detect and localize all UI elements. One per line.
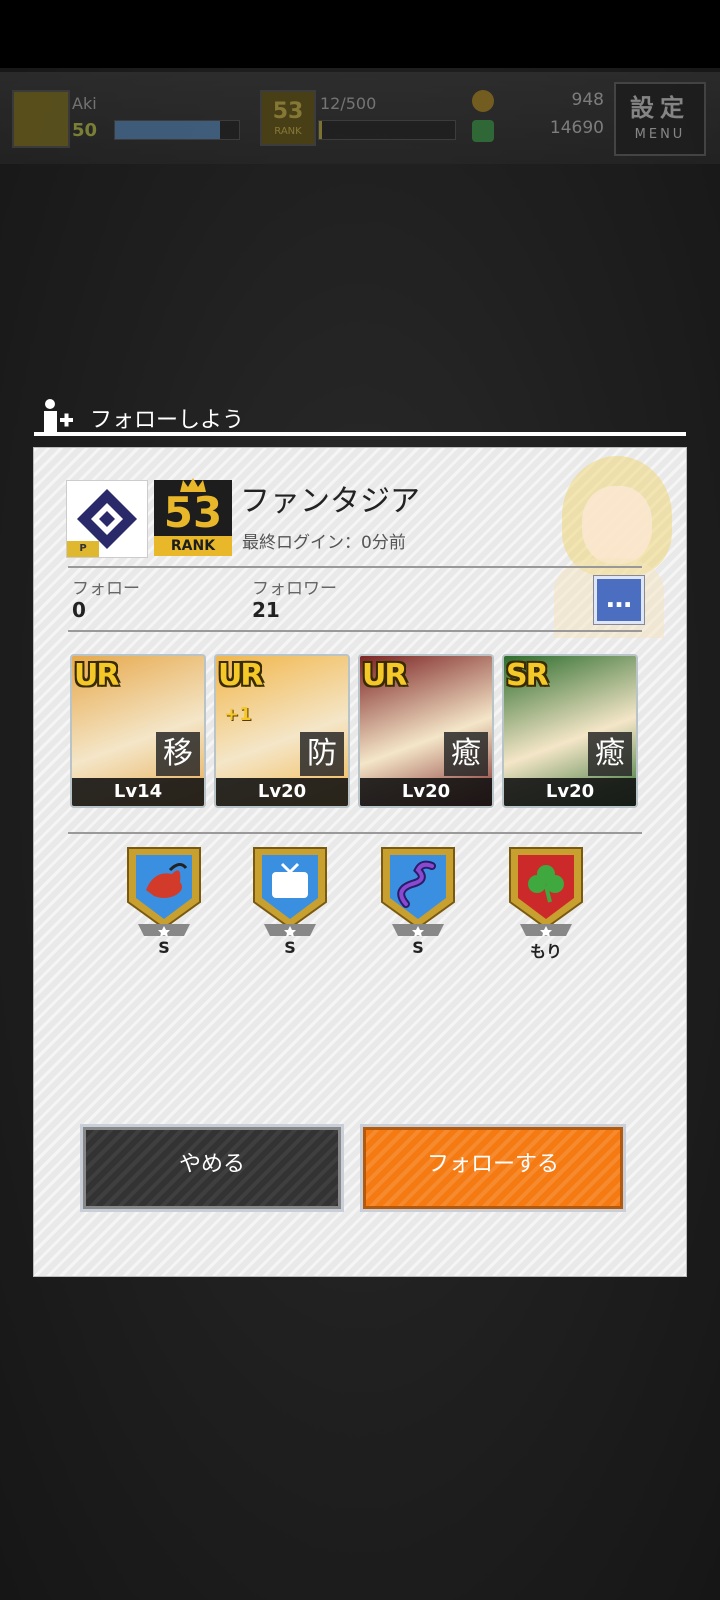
serpent-icon (381, 847, 455, 937)
follower-count: 21 (252, 598, 280, 622)
character-card[interactable]: UR 癒 Lv20 (358, 654, 494, 808)
badge-label: S (284, 938, 296, 957)
card-level: Lv20 (216, 778, 348, 806)
character-card[interactable]: UR 移 Lv14 (70, 654, 206, 808)
player-name: Aki (72, 94, 97, 113)
achievement-badge[interactable]: S (124, 840, 204, 960)
title-underline (34, 432, 686, 436)
gem-icon (472, 120, 494, 142)
card-role: 防 (300, 732, 344, 776)
character-card[interactable]: SR 癒 Lv20 (502, 654, 638, 808)
character-card[interactable]: UR +1 防 Lv20 (214, 654, 350, 808)
dragon-icon (127, 847, 201, 937)
menu-button-label: 設定 (630, 94, 690, 122)
follow-count: 0 (72, 598, 86, 622)
player-rank-label: RANK (154, 536, 232, 556)
coin-count: 948 (571, 90, 604, 110)
badge-label: もり (529, 942, 562, 961)
follow-button[interactable]: フォローする (360, 1124, 626, 1212)
follow-dialog: P 53 RANK ファンタジア 最終ログイン：0分前 フォロー 0 フォロワー… (34, 448, 686, 1276)
player-rank-number: 53 (163, 488, 223, 537)
card-rarity: UR (74, 658, 119, 693)
card-role: 癒 (588, 732, 632, 776)
divider (68, 832, 642, 834)
follower-label: フォロワー (252, 579, 337, 599)
card-level: Lv20 (504, 778, 636, 806)
card-role: 移 (156, 732, 200, 776)
add-person-icon (44, 399, 73, 433)
exp-bar-fill (319, 121, 322, 139)
achievement-badge[interactable]: S (250, 840, 330, 960)
achievement-badge[interactable]: もり (506, 840, 586, 961)
rank-badge: 53 (260, 90, 316, 146)
player-avatar[interactable] (12, 90, 70, 148)
gem-count: 14690 (549, 118, 604, 138)
badge-label: S (412, 938, 424, 957)
player-rank-badge: 53 RANK (154, 478, 232, 556)
card-plus: +1 (224, 704, 252, 725)
card-rarity: SR (506, 658, 549, 693)
card-rarity: UR (362, 658, 407, 693)
profile-icon[interactable]: P (66, 480, 148, 558)
menu-button[interactable]: 設定 MENU (614, 82, 706, 156)
card-rarity: UR (218, 658, 263, 693)
card-level: Lv14 (72, 778, 204, 806)
exp-bar (318, 120, 456, 140)
status-bar (0, 0, 720, 68)
dialog-title: フォローしよう (90, 408, 245, 433)
cancel-button[interactable]: やめる (80, 1124, 344, 1212)
profile-badge: P (67, 541, 99, 557)
exp-text: 12/500 (320, 94, 377, 113)
last-login: 最終ログイン：0分前 (242, 533, 406, 553)
divider (68, 630, 642, 632)
tv-icon (253, 847, 327, 937)
top-header-bar: Aki 50 53 RANK 12/500 948 14690 設定 MENU (0, 72, 720, 164)
achievement-badge[interactable]: S (378, 840, 458, 960)
card-role: 癒 (444, 732, 488, 776)
xp-bar (114, 120, 240, 140)
profile-name: ファンタジア (240, 484, 420, 519)
player-level: 50 (72, 120, 98, 141)
coin-icon (472, 90, 494, 112)
divider (68, 566, 642, 568)
clover-icon (509, 847, 583, 937)
xp-bar-fill (115, 121, 221, 139)
badge-label: S (158, 938, 170, 957)
art-face (582, 486, 652, 564)
rank-badge-label: RANK (274, 126, 302, 137)
more-options-button[interactable]: … (594, 576, 644, 624)
card-level: Lv20 (360, 778, 492, 806)
follow-label: フォロー (72, 579, 140, 599)
menu-button-sublabel: MENU (634, 127, 686, 142)
